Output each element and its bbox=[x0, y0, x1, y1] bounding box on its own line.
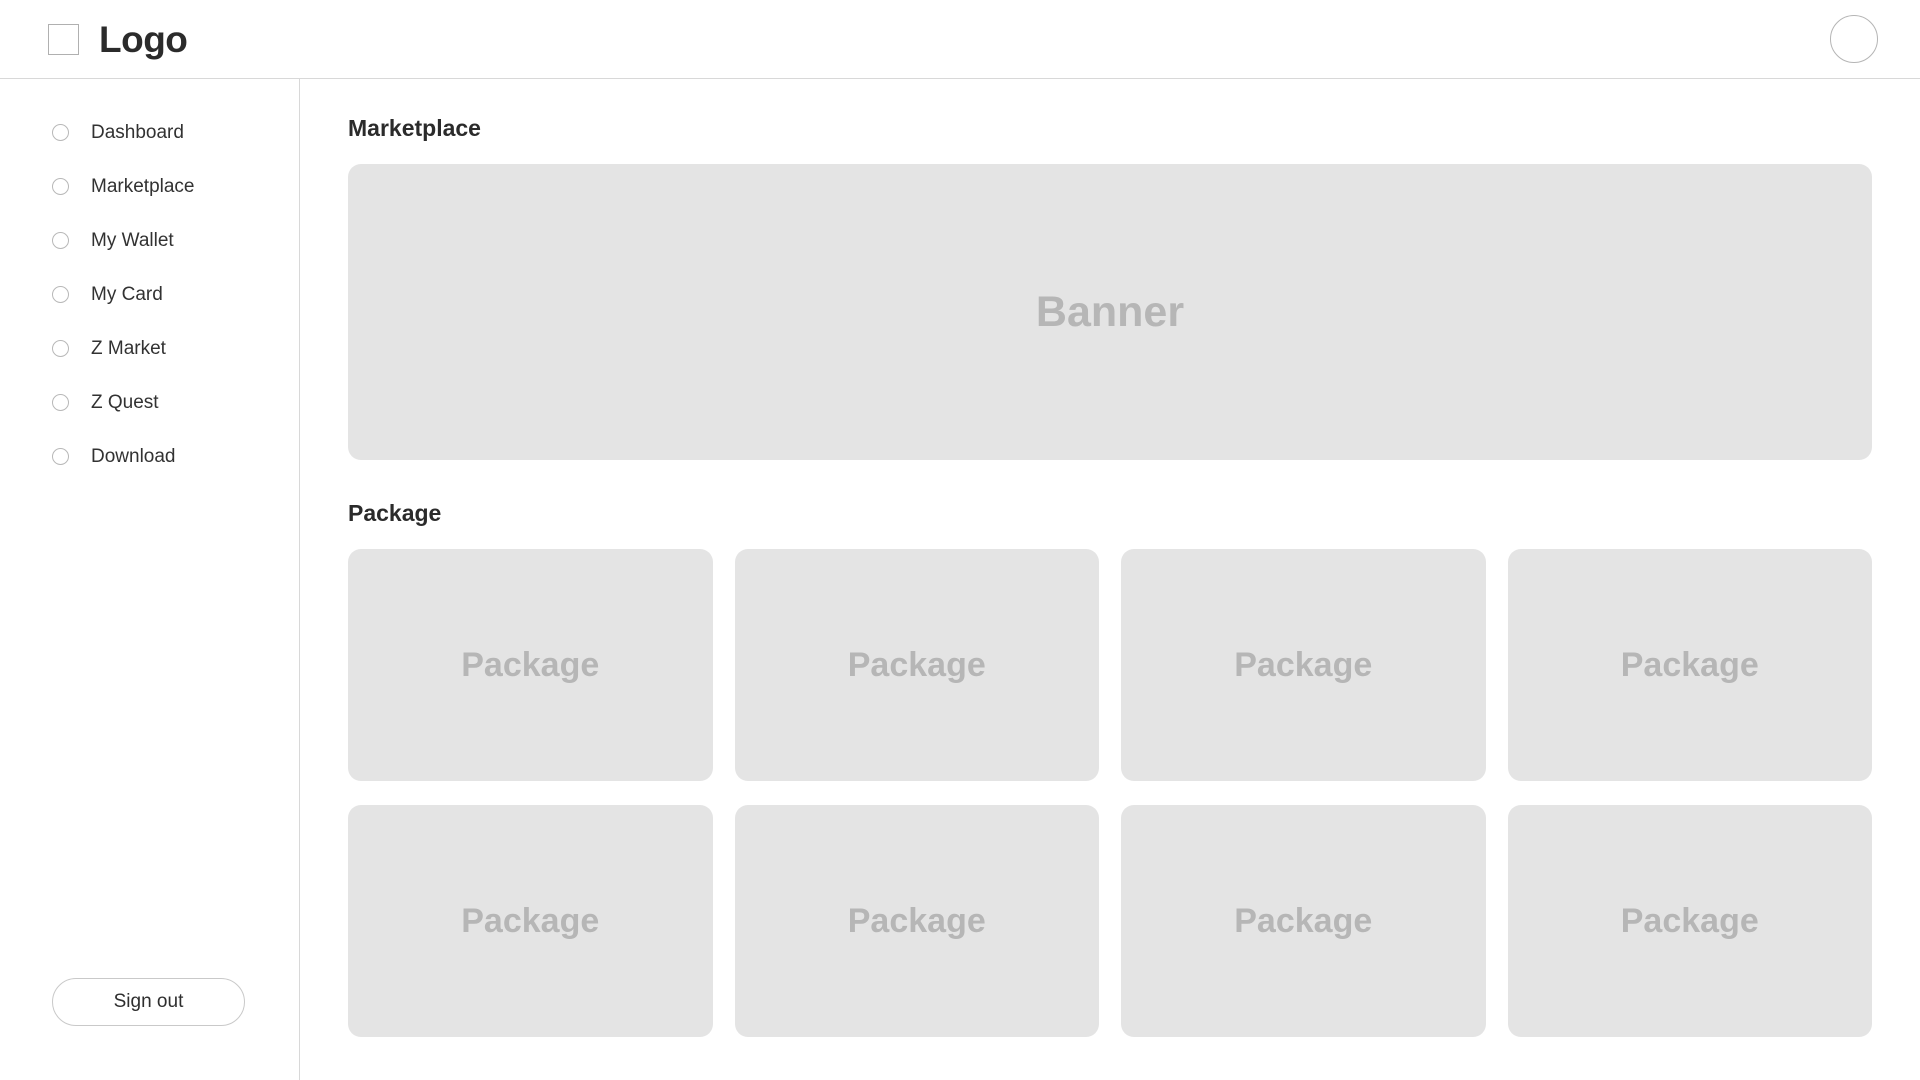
sidebar-item-label: My Card bbox=[91, 283, 163, 305]
brand[interactable]: Logo bbox=[48, 18, 188, 60]
package-section: Package Package Package Package Package bbox=[348, 502, 1872, 1037]
sidebar-item-label: Marketplace bbox=[91, 175, 195, 197]
top-header: Logo bbox=[0, 0, 1920, 79]
sidebar-item-label: Dashboard bbox=[91, 121, 184, 143]
sidebar-nav: Dashboard Marketplace My Wallet My Card bbox=[0, 105, 299, 483]
circle-bullet-icon bbox=[52, 393, 69, 411]
package-card-label: Package bbox=[1620, 646, 1759, 684]
package-card[interactable]: Package bbox=[348, 549, 713, 781]
sidebar-item-z-quest[interactable]: Z Quest bbox=[0, 375, 299, 429]
avatar[interactable] bbox=[1830, 15, 1878, 63]
circle-bullet-icon bbox=[52, 285, 69, 303]
sidebar-item-my-wallet[interactable]: My Wallet bbox=[0, 213, 299, 267]
package-card-label: Package bbox=[1234, 902, 1373, 940]
banner-placeholder[interactable]: Banner bbox=[348, 164, 1872, 460]
package-card-label: Package bbox=[1234, 646, 1373, 684]
sidebar-item-label: Z Quest bbox=[91, 391, 159, 413]
package-card-label: Package bbox=[1620, 902, 1759, 940]
sidebar-item-marketplace[interactable]: Marketplace bbox=[0, 159, 299, 213]
sidebar-item-label: Download bbox=[91, 445, 176, 467]
sidebar-item-dashboard[interactable]: Dashboard bbox=[0, 105, 299, 159]
sidebar-item-z-market[interactable]: Z Market bbox=[0, 321, 299, 375]
package-card[interactable]: Package bbox=[348, 805, 713, 1037]
package-card-label: Package bbox=[461, 646, 600, 684]
package-section-title: Package bbox=[348, 500, 442, 526]
app-root: Logo Dashboard Marketplace My Wallet My … bbox=[0, 0, 1920, 1080]
sidebar-item-label: Z Market bbox=[91, 337, 166, 359]
circle-bullet-icon bbox=[52, 231, 69, 249]
package-card[interactable]: Package bbox=[1507, 549, 1872, 781]
sidebar-item-my-card[interactable]: My Card bbox=[0, 267, 299, 321]
marketplace-section-title: Marketplace bbox=[348, 115, 481, 141]
square-logo-icon bbox=[48, 23, 79, 55]
package-card[interactable]: Package bbox=[1507, 805, 1872, 1037]
sidebar-item-download[interactable]: Download bbox=[0, 429, 299, 483]
logo-text: Logo bbox=[99, 18, 188, 60]
circle-bullet-icon bbox=[52, 339, 69, 357]
banner-label: Banner bbox=[1035, 287, 1185, 336]
package-card[interactable]: Package bbox=[1121, 549, 1486, 781]
sign-out-button[interactable]: Sign out bbox=[52, 978, 245, 1026]
package-grid: Package Package Package Package Package bbox=[348, 549, 1872, 1037]
body-split: Dashboard Marketplace My Wallet My Card bbox=[0, 79, 1920, 1080]
package-card-label: Package bbox=[847, 646, 986, 684]
package-card-label: Package bbox=[847, 902, 986, 940]
package-card[interactable]: Package bbox=[1121, 805, 1486, 1037]
circle-bullet-icon bbox=[52, 177, 69, 195]
sidebar: Dashboard Marketplace My Wallet My Card bbox=[0, 79, 300, 1080]
sidebar-footer: Sign out bbox=[0, 978, 299, 1080]
circle-bullet-icon bbox=[52, 447, 69, 465]
main-content: Marketplace Banner Package Package Packa… bbox=[300, 79, 1920, 1080]
package-card-label: Package bbox=[461, 902, 600, 940]
package-card[interactable]: Package bbox=[734, 805, 1099, 1037]
circle-bullet-icon bbox=[52, 123, 69, 141]
package-card[interactable]: Package bbox=[734, 549, 1099, 781]
sidebar-item-label: My Wallet bbox=[91, 229, 174, 251]
